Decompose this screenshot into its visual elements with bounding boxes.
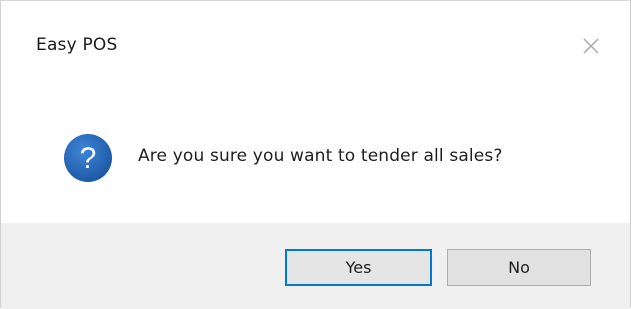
yes-button[interactable]: Yes: [285, 249, 432, 286]
message-text: Are you sure you want to tender all sale…: [138, 146, 503, 166]
close-icon: [583, 38, 599, 54]
title-bar: Easy POS: [1, 1, 630, 87]
message-dialog: Easy POS ? Are you sure you want to tend…: [0, 0, 631, 309]
close-button[interactable]: [578, 33, 604, 59]
question-icon: ?: [64, 134, 112, 182]
dialog-content: ? Are you sure you want to tender all sa…: [1, 87, 630, 223]
window-title: Easy POS: [36, 35, 118, 55]
svg-text:?: ?: [80, 142, 97, 175]
no-button[interactable]: No: [447, 249, 591, 286]
button-bar: Yes No: [1, 223, 630, 309]
